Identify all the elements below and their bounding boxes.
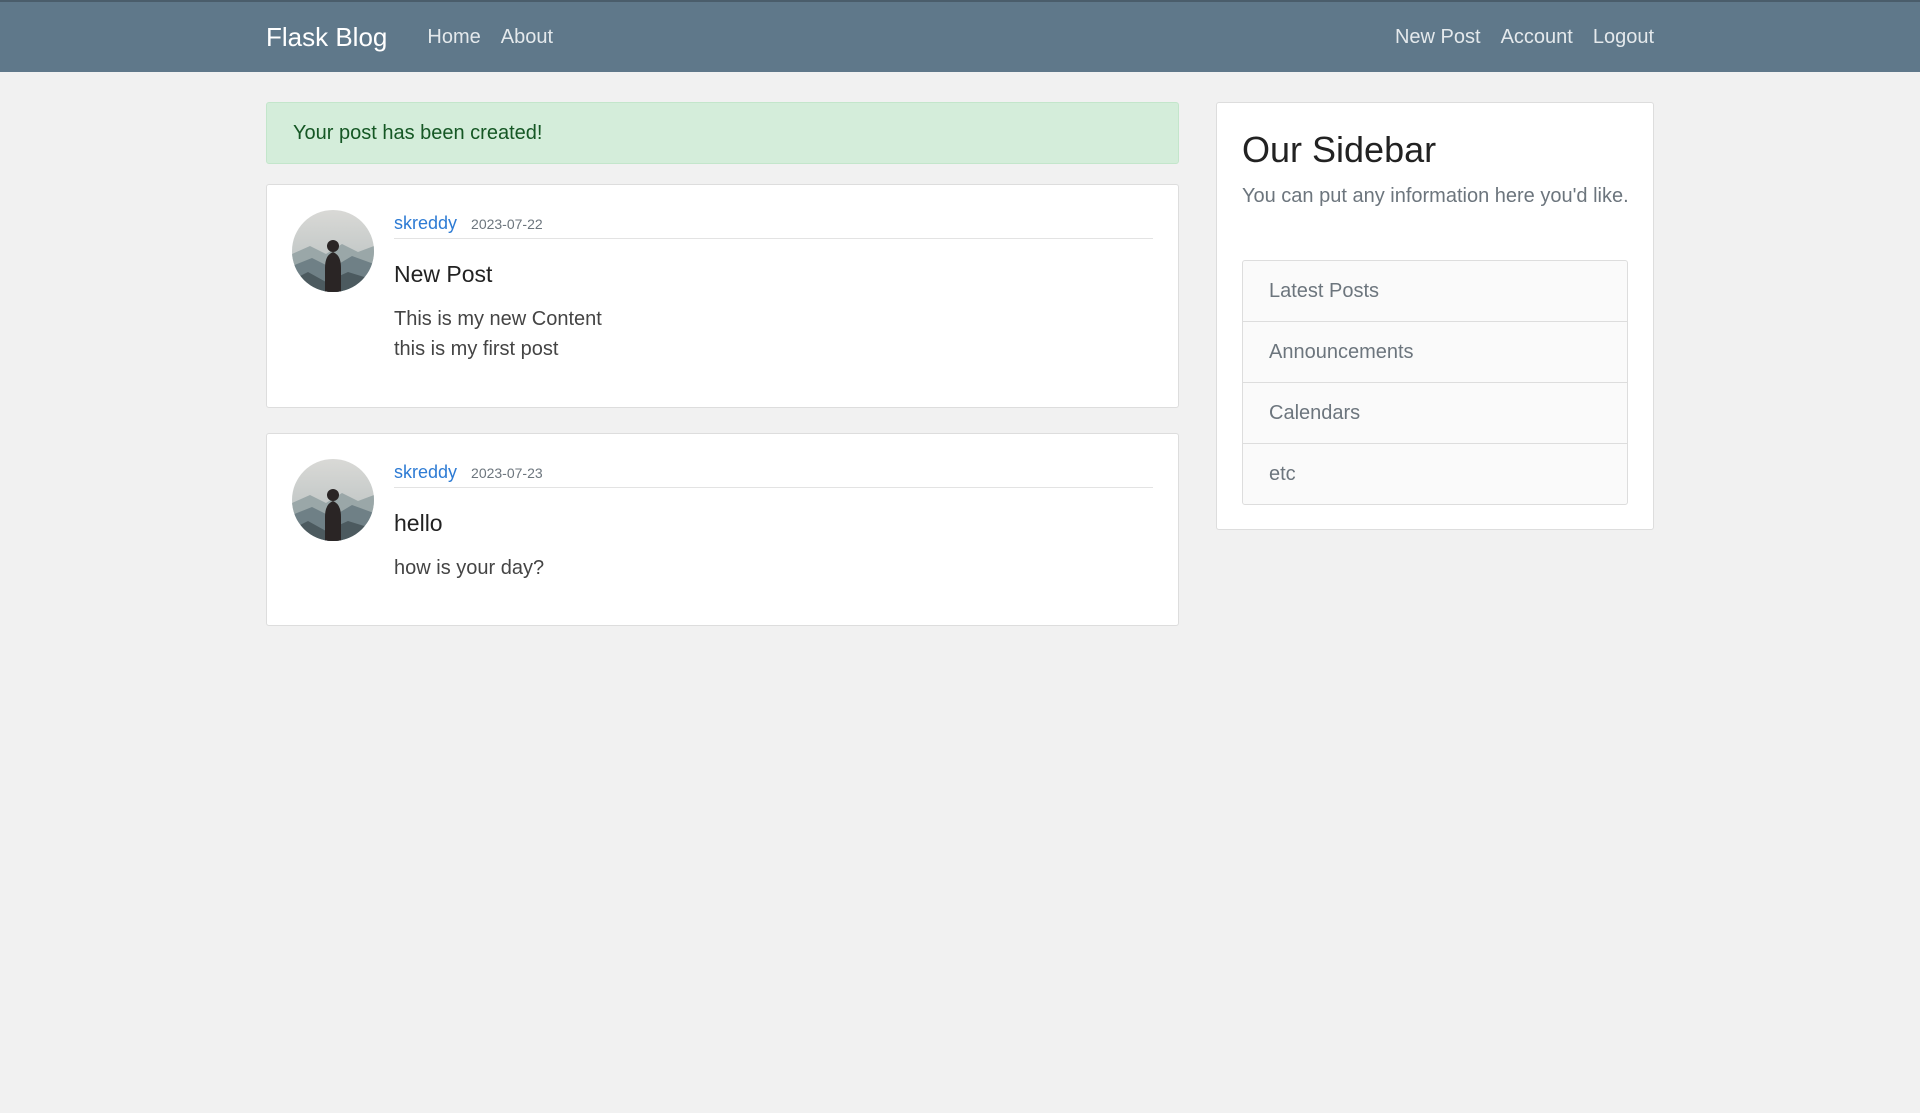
post-meta: skreddy 2023-07-22 — [394, 213, 1153, 239]
post-content: how is your day? — [394, 553, 1153, 583]
avatar-image — [292, 210, 374, 292]
author-avatar — [292, 210, 374, 292]
sidebar-description: You can put any information here you'd l… — [1242, 185, 1629, 207]
post-date: 2023-07-22 — [471, 216, 543, 232]
post-date: 2023-07-23 — [471, 465, 543, 481]
sidebar-list: Latest Posts Announcements Calendars etc — [1242, 260, 1628, 505]
post-content-line: this is my first post — [394, 338, 559, 360]
author-avatar — [292, 459, 374, 541]
sidebar-item-calendars[interactable]: Calendars — [1243, 383, 1627, 444]
nav-link-home[interactable]: Home — [427, 26, 480, 49]
nav-link-new-post[interactable]: New Post — [1395, 26, 1481, 49]
post-body: skreddy 2023-07-22 New Post This is my n… — [394, 213, 1153, 364]
navbar-inner: Flask Blog Home About New Post Account L… — [266, 2, 1654, 72]
post-content: This is my new Content this is my first … — [394, 304, 1153, 364]
post-content-line: how is your day? — [394, 557, 545, 579]
alert-message: Your post has been created! — [293, 121, 543, 144]
sidebar-item-announcements[interactable]: Announcements — [1243, 322, 1627, 383]
success-alert: Your post has been created! — [266, 102, 1179, 164]
avatar-image — [292, 459, 374, 541]
sidebar-item-etc[interactable]: etc — [1243, 444, 1627, 504]
post-body: skreddy 2023-07-23 hello how is your day… — [394, 462, 1153, 583]
post-author-link[interactable]: skreddy — [394, 462, 457, 483]
post-meta: skreddy 2023-07-23 — [394, 462, 1153, 488]
post-author-link[interactable]: skreddy — [394, 213, 457, 234]
sidebar: Our Sidebar You can put any information … — [1216, 102, 1654, 530]
nav-link-account[interactable]: Account — [1501, 26, 1573, 49]
post-card: skreddy 2023-07-22 New Post This is my n… — [266, 184, 1179, 408]
navbar-right: New Post Account Logout — [1375, 26, 1654, 49]
navbar: Flask Blog Home About New Post Account L… — [0, 0, 1920, 72]
post-title[interactable]: New Post — [394, 261, 1153, 288]
post-content-line: This is my new Content — [394, 308, 602, 330]
sidebar-item-latest-posts[interactable]: Latest Posts — [1243, 261, 1627, 322]
brand-link[interactable]: Flask Blog — [266, 22, 387, 53]
nav-link-logout[interactable]: Logout — [1593, 26, 1654, 49]
sidebar-title: Our Sidebar — [1242, 129, 1437, 170]
post-title[interactable]: hello — [394, 510, 1153, 537]
nav-link-about[interactable]: About — [501, 26, 553, 49]
post-card: skreddy 2023-07-23 hello how is your day… — [266, 433, 1179, 626]
